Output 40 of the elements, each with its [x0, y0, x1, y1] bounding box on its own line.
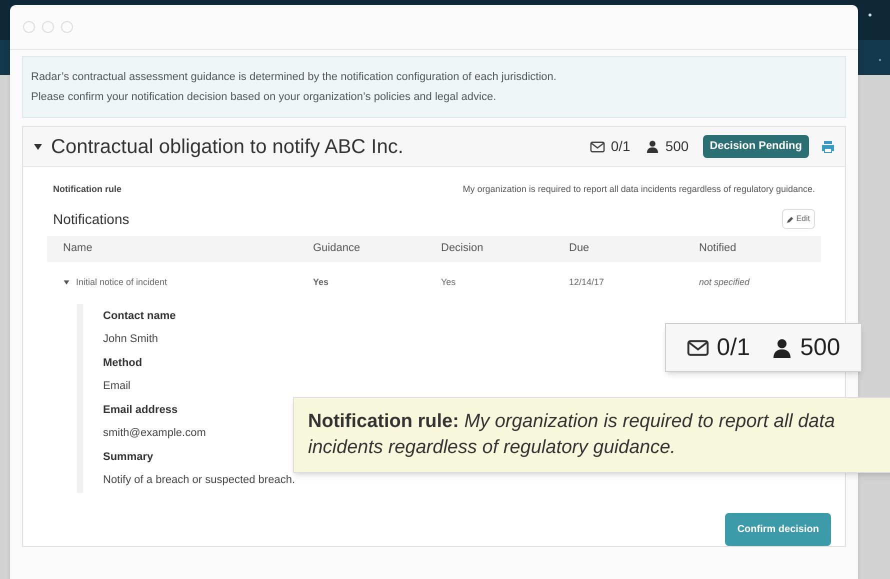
notified-count: 0/1 [610, 137, 630, 156]
status-badge: Decision Pending [702, 135, 809, 158]
column-header: Guidance [313, 241, 362, 256]
confirm-button[interactable]: Confirm decision [725, 512, 831, 546]
table-cell-text: Initial notice of incident [76, 276, 168, 289]
info-text: Please confirm your notification decision based on your organization’s policies and legal advice. [31, 90, 498, 104]
table-cell-text: 12/14/17 [569, 276, 606, 289]
edit-button[interactable]: Edit [782, 209, 815, 229]
info-text: Radar’s contractual assessment guidance is determined by the notification configuration of each jurisdiction. [31, 70, 558, 85]
table-cell-text: not specified [699, 276, 751, 289]
rule-label: Notification rule [53, 183, 122, 196]
person-icon [646, 140, 660, 153]
detail-label: Contact name [103, 308, 176, 324]
section-heading: Notifications [53, 210, 130, 228]
table-cell-text: Yes [313, 276, 330, 289]
detail-label: Method [103, 356, 142, 370]
detail-value: John Smith [103, 332, 158, 347]
detail-value: Email [103, 379, 131, 394]
rule-text: My organization is required to report all data incidents regardless of regulatory guidance. [462, 183, 815, 196]
table-cell-text: Yes [441, 276, 457, 289]
column-header: Decision [441, 241, 484, 256]
column-header: Name [63, 241, 94, 256]
detail-label: Summary [103, 450, 154, 464]
notified-count: 0/1 [716, 332, 750, 362]
detail-value: smith@example.com [103, 426, 206, 441]
person-icon [772, 338, 792, 358]
caret-icon[interactable] [33, 142, 43, 152]
rule-callout-text: Notification rule: My organization is required to report all data incidents regardless of regulatory guidance. [308, 410, 836, 460]
detail-value: Notify of a breach or suspected breach. [103, 473, 295, 488]
print-icon[interactable] [821, 140, 835, 154]
pencil-icon [787, 216, 794, 222]
people-count: 500 [800, 332, 840, 362]
envelope-icon [686, 338, 709, 356]
people-count: 500 [665, 137, 689, 156]
caret-icon[interactable] [63, 279, 70, 286]
column-header: Due [569, 241, 590, 256]
detail-label: Email address [103, 402, 178, 418]
card-title: Contractual obligation to notify ABC Inc. [51, 134, 404, 160]
envelope-icon [590, 140, 605, 152]
column-header: Notified [699, 241, 738, 256]
